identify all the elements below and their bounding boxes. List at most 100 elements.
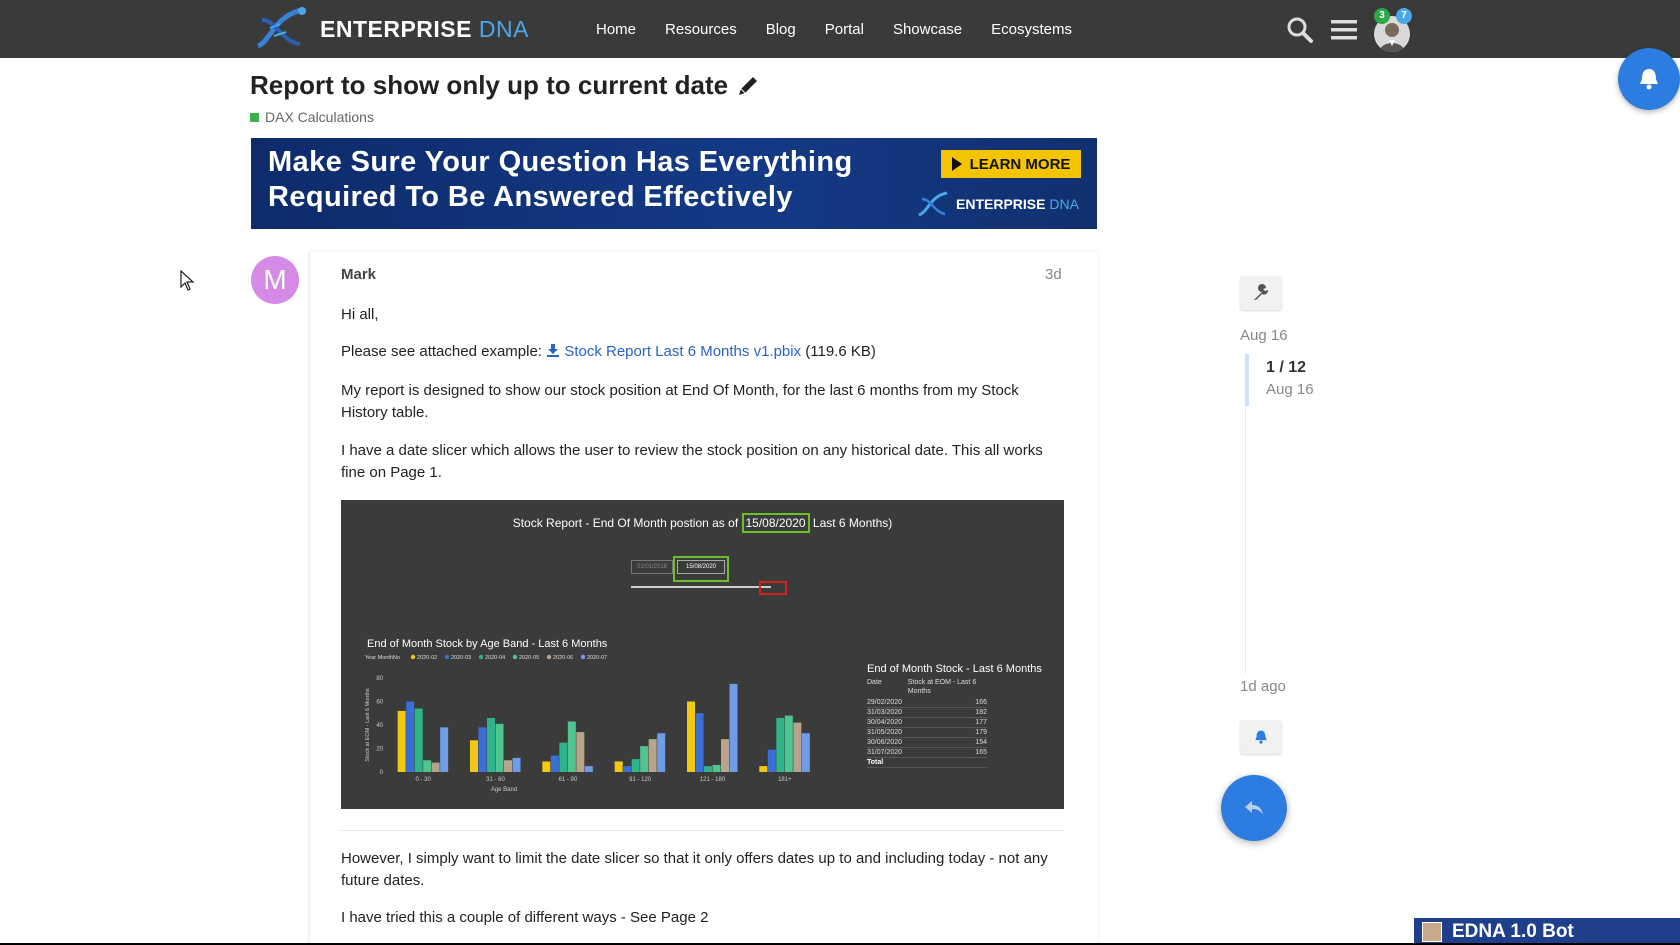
- download-icon: [547, 344, 560, 357]
- author-avatar[interactable]: M: [251, 256, 299, 304]
- notification-bell-button[interactable]: [1618, 48, 1680, 110]
- table-cell: 182: [975, 709, 987, 716]
- bot-chat-bar[interactable]: EDNA 1.0 Bot: [1414, 918, 1680, 945]
- bar: [576, 732, 585, 772]
- bar: [623, 766, 632, 772]
- dna-logo-icon: [256, 7, 306, 49]
- admin-wrench-button[interactable]: [1240, 276, 1282, 310]
- timeline-handle[interactable]: [1245, 354, 1249, 406]
- reply-button[interactable]: [1221, 775, 1287, 841]
- attachment-size: (119.6 KB): [805, 343, 876, 360]
- y-tick-label: 0: [380, 770, 384, 776]
- search-icon[interactable]: [1282, 12, 1318, 48]
- learn-more-button[interactable]: LEARN MORE: [941, 150, 1081, 178]
- timeline-post-count: 1 / 12: [1266, 359, 1307, 376]
- bot-avatar: [1422, 921, 1442, 942]
- bar: [784, 715, 793, 772]
- report-title: Stock Report - End Of Month postion as o…: [341, 513, 1064, 533]
- bar: [657, 733, 666, 772]
- y-axis-label: Stock at EOM - Last 6 Months: [365, 688, 371, 762]
- post-divider: [341, 830, 1064, 831]
- hamburger-menu-icon[interactable]: [1326, 12, 1362, 48]
- bar: [487, 717, 495, 772]
- bar: [478, 727, 487, 772]
- attachment-link[interactable]: Stock Report Last 6 Months v1.pbix: [564, 343, 801, 360]
- legend-label: 2020-02: [417, 655, 437, 661]
- x-tick-label: 61 - 90: [558, 777, 577, 783]
- x-tick-label: 121 - 180: [700, 777, 726, 783]
- nav-home[interactable]: Home: [596, 21, 636, 38]
- dna-logo-icon: [918, 191, 948, 217]
- bar: [704, 766, 712, 772]
- wrench-icon: [1254, 284, 1269, 300]
- header-icons: 3 7: [1282, 8, 1412, 52]
- nav-blog[interactable]: Blog: [766, 21, 796, 38]
- bar: [767, 749, 776, 772]
- table-header-cell: Stock at EOM - Last 6 Months: [907, 679, 977, 695]
- topic-notification-button[interactable]: [1240, 720, 1282, 754]
- bar: [504, 760, 512, 772]
- post-paragraph-4: I have tried this a couple of different …: [341, 909, 709, 926]
- table-row: 30/06/2020 154: [867, 738, 987, 748]
- category-color-swatch: [250, 112, 259, 122]
- notification-badge-green: 3: [1374, 8, 1390, 24]
- age-band-bar-chart: Year MonthNo 2020-02 2020-03 2020-04 2020-05…: [365, 654, 810, 793]
- legend-marker: [546, 654, 552, 660]
- bar: [542, 761, 551, 772]
- post-author[interactable]: Mark: [341, 266, 376, 283]
- table-cell: 179: [975, 729, 987, 736]
- nav-showcase[interactable]: Showcase: [893, 21, 962, 38]
- table-cell: 154: [975, 739, 987, 746]
- bar: [431, 762, 440, 772]
- bar: [631, 759, 640, 772]
- bar: [584, 766, 593, 772]
- legend-label: 2020-07: [587, 655, 607, 661]
- table-cell: 166: [975, 699, 987, 706]
- table-cell: 30/06/2020: [867, 739, 903, 746]
- bar: [406, 701, 415, 772]
- legend-marker: [580, 654, 586, 660]
- bar: [423, 760, 432, 772]
- bell-icon: [1255, 730, 1267, 744]
- table-total-row: Total: [867, 758, 987, 768]
- bar: [512, 757, 521, 772]
- banner-line-1: Make Sure Your Question Has Everything: [268, 146, 853, 178]
- bar: [776, 717, 785, 772]
- bar: [397, 710, 406, 772]
- notification-badge-blue: 7: [1396, 8, 1412, 24]
- nav-portal[interactable]: Portal: [825, 21, 864, 38]
- promo-banner[interactable]: Make Sure Your Question Has Everything R…: [251, 138, 1097, 229]
- bar: [648, 739, 657, 772]
- table-row: 29/02/2020 166: [867, 698, 987, 708]
- bar: [495, 723, 504, 772]
- post-age[interactable]: 3d: [1045, 266, 1062, 283]
- bar: [550, 755, 559, 772]
- timeline-end-date[interactable]: 1d ago: [1240, 678, 1286, 695]
- embedded-report-image[interactable]: Stock Report - End Of Month postion as o…: [341, 500, 1064, 809]
- topic-title: Report to show only up to current date: [250, 70, 760, 101]
- main-nav: Home Resources Blog Portal Showcase Ecos…: [596, 0, 1101, 58]
- user-avatar-button[interactable]: 3 7: [1372, 8, 1412, 52]
- bar: [470, 740, 478, 772]
- nav-resources[interactable]: Resources: [665, 21, 737, 38]
- table-row: 31/03/2020 182: [867, 708, 987, 718]
- x-tick-label: 181+: [778, 777, 792, 783]
- topic-category[interactable]: DAX Calculations: [250, 109, 374, 125]
- table-cell: 31/05/2020: [867, 729, 903, 736]
- post-paragraph-3: However, I simply want to limit the date…: [341, 850, 1048, 889]
- x-tick-label: 91 - 120: [629, 777, 652, 783]
- bar: [712, 764, 721, 772]
- bar: [793, 722, 802, 772]
- nav-ecosystems[interactable]: Ecosystems: [991, 21, 1072, 38]
- bar: [567, 721, 576, 772]
- post-greeting: Hi all,: [341, 306, 379, 323]
- chart-title: End of Month Stock by Age Band - Last 6 …: [367, 638, 608, 650]
- page: ENTERPRISE DNA Home Resources Blog Porta…: [0, 0, 1680, 945]
- site-logo[interactable]: ENTERPRISE DNA: [252, 6, 529, 52]
- edit-pencil-icon[interactable]: [736, 74, 760, 98]
- site-header: ENTERPRISE DNA Home Resources Blog Porta…: [0, 0, 1680, 58]
- timeline-start-date[interactable]: Aug 16: [1240, 327, 1288, 344]
- table-header-cell: Date: [867, 679, 882, 686]
- bar: [695, 713, 704, 772]
- x-tick-label: 31 - 60: [486, 777, 505, 783]
